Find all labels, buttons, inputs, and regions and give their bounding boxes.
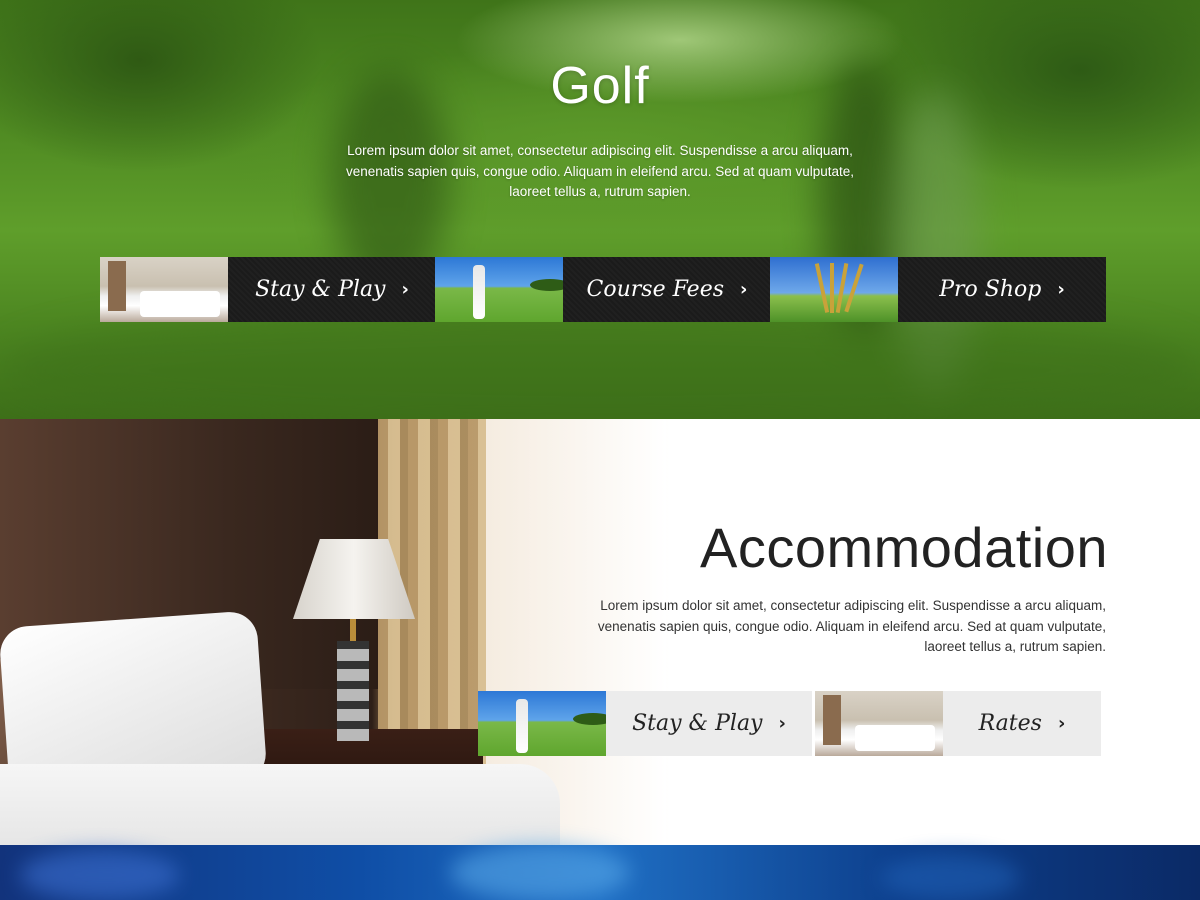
chevron-right-icon: ›	[740, 279, 748, 300]
accommodation-description: Lorem ipsum dolor sit amet, consectetur …	[597, 598, 1106, 654]
golfer-thumbnail	[435, 257, 565, 322]
rates-link[interactable]: Rates ›	[815, 691, 1105, 756]
chevron-right-icon: ›	[778, 713, 786, 734]
link-label: Pro Shop	[939, 277, 1042, 302]
chevron-right-icon: ›	[1057, 713, 1066, 734]
golf-title: Golf	[550, 57, 650, 115]
golf-section: Golf Lorem ipsum dolor sit amet, consect…	[0, 0, 1200, 419]
course-fees-link[interactable]: Course Fees ›	[435, 257, 771, 322]
accommodation-links: Stay & Play › Rates ›	[478, 691, 1104, 756]
golf-clubs-thumbnail	[770, 257, 900, 322]
golf-links: Stay & Play › Course Fees › Pro Shop ›	[100, 257, 1106, 322]
link-label: Stay & Play	[255, 277, 386, 302]
hotel-room-thumbnail	[100, 257, 230, 322]
chevron-right-icon: ›	[401, 279, 409, 300]
golfer-thumbnail	[478, 691, 608, 756]
link-label: Course Fees	[586, 277, 725, 302]
accommodation-section: Accommodation Lorem ipsum dolor sit amet…	[0, 419, 1200, 845]
hotel-room-thumbnail	[815, 691, 945, 756]
accommodation-title: Accommodation	[699, 516, 1108, 579]
link-label: Rates	[978, 711, 1042, 736]
stay-and-play-link[interactable]: Stay & Play ›	[100, 257, 436, 322]
chevron-right-icon: ›	[1057, 279, 1065, 300]
golf-description: Lorem ipsum dolor sit amet, consectetur …	[345, 143, 855, 199]
pro-shop-link[interactable]: Pro Shop ›	[770, 257, 1106, 322]
next-section-preview	[0, 845, 1200, 900]
link-label: Stay & Play	[632, 711, 763, 736]
accommodation-stay-and-play-link[interactable]: Stay & Play ›	[478, 691, 814, 756]
